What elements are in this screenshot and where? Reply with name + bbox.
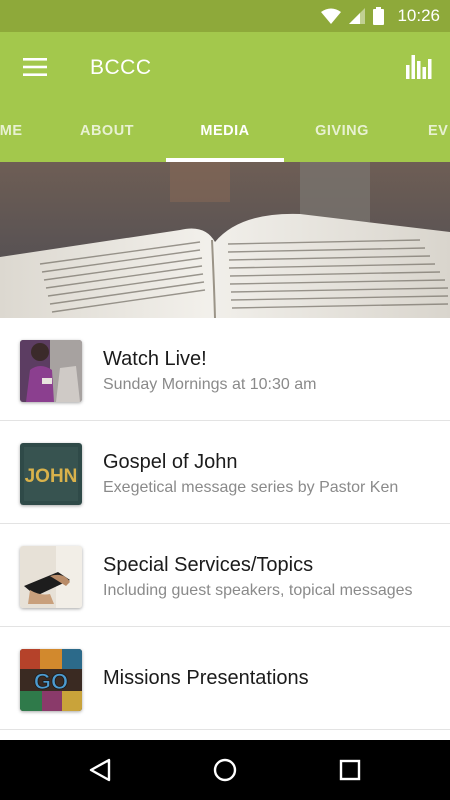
special-services-subtitle: Including guest speakers, topical messag… (103, 582, 413, 599)
gospel-of-john-title: Gospel of John (103, 451, 238, 473)
back-triangle-icon (89, 758, 111, 782)
list-item-missions-presentations[interactable]: GO Missions Presentations (0, 627, 450, 730)
list-item-watch-live[interactable]: Watch Live! Sunday Mornings at 10:30 am (0, 318, 450, 421)
missions-presentations-thumbnail: GO (20, 649, 82, 711)
status-time: 10:26 (397, 6, 440, 25)
back-button[interactable] (85, 755, 115, 785)
gospel-of-john-thumbnail: JOHN (20, 443, 82, 505)
gospel-of-john-subtitle: Exegetical message series by Pastor Ken (103, 479, 399, 496)
status-icons (321, 6, 384, 26)
status-bar: 10:26 (0, 0, 450, 32)
app-bar: BCCC OME ABOUT MEDIA GIVING EV (0, 32, 450, 162)
tab-about[interactable]: ABOUT (58, 112, 156, 162)
list-item-gospel-of-john[interactable]: JOHN Gospel of John Exegetical message s… (0, 421, 450, 524)
list-item-special-services[interactable]: Special Services/Topics Including guest … (0, 524, 450, 627)
recents-button[interactable] (335, 755, 365, 785)
tab-home[interactable]: OME (0, 112, 36, 162)
missions-presentations-title: Missions Presentations (103, 667, 309, 689)
app-title: BCCC (90, 56, 152, 79)
tab-giving[interactable]: GIVING (292, 112, 392, 162)
tab-media[interactable]: MEDIA (166, 112, 284, 162)
system-navigation-bar (0, 740, 450, 800)
home-button[interactable] (210, 755, 240, 785)
home-circle-icon (213, 758, 237, 782)
bar-chart-icon (406, 55, 432, 79)
missions-thumb-text: GO (34, 669, 68, 694)
cell-signal-icon (349, 8, 365, 24)
tab-events[interactable]: EV (428, 112, 450, 162)
wifi-icon (321, 8, 341, 24)
recents-square-icon (339, 759, 361, 781)
tab-bar: OME ABOUT MEDIA GIVING EV (0, 112, 450, 162)
battery-icon (373, 7, 384, 25)
watch-live-subtitle: Sunday Mornings at 10:30 am (103, 376, 317, 393)
media-list: Watch Live! Sunday Mornings at 10:30 am … (0, 318, 450, 730)
gospel-of-john-thumb-text: JOHN (25, 466, 78, 487)
menu-button[interactable] (18, 50, 52, 84)
special-services-title: Special Services/Topics (103, 554, 314, 576)
hero-bible-image (0, 162, 450, 318)
hamburger-menu-icon (23, 58, 47, 76)
watch-live-title: Watch Live! (103, 348, 207, 370)
special-services-thumbnail (20, 546, 82, 608)
stats-button[interactable] (402, 50, 436, 84)
watch-live-thumbnail (20, 340, 82, 402)
